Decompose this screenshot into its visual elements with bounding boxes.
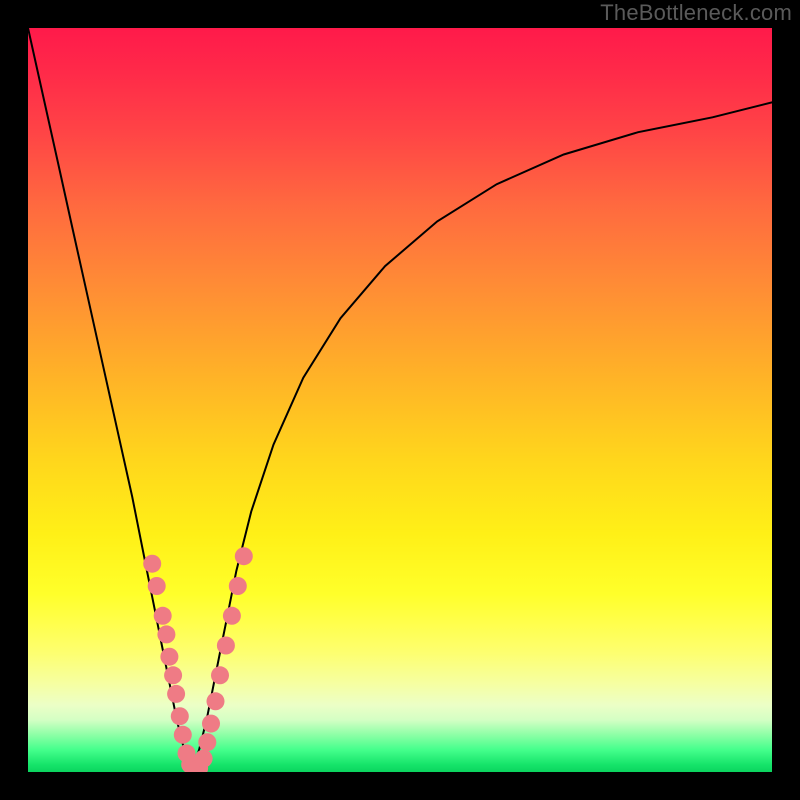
beads-group <box>143 547 253 772</box>
bead-point <box>223 607 241 625</box>
bead-point <box>148 577 166 595</box>
bead-point <box>154 607 172 625</box>
right-curve <box>192 102 772 772</box>
bead-point <box>217 637 235 655</box>
bead-point <box>195 750 213 768</box>
watermark-text: TheBottleneck.com <box>600 0 792 26</box>
bead-point <box>202 715 220 733</box>
bead-point <box>229 577 247 595</box>
plot-area <box>28 28 772 772</box>
bead-point <box>171 707 189 725</box>
curve-layer <box>28 28 772 772</box>
bead-point <box>160 648 178 666</box>
bead-point <box>164 666 182 684</box>
bead-point <box>157 625 175 643</box>
bead-point <box>167 685 185 703</box>
bead-point <box>198 733 216 751</box>
bead-point <box>207 692 225 710</box>
bead-point <box>174 726 192 744</box>
bead-point <box>143 555 161 573</box>
bead-point <box>235 547 253 565</box>
chart-frame: TheBottleneck.com <box>0 0 800 800</box>
bead-point <box>211 666 229 684</box>
